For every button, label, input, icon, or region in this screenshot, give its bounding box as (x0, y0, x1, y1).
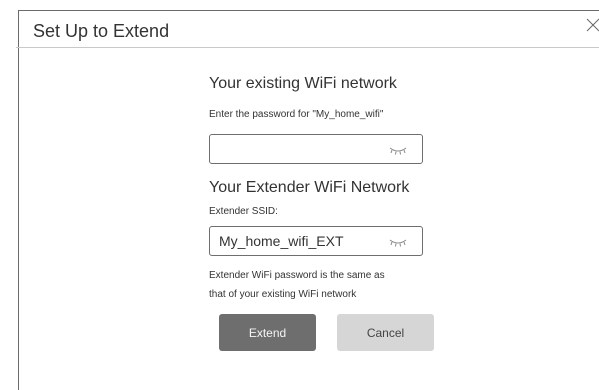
extender-ssid-input[interactable] (210, 227, 380, 255)
extend-button[interactable]: Extend (219, 314, 316, 351)
existing-password-prompt: Enter the password for "My_home_wifi" (209, 109, 384, 120)
existing-network-heading: Your existing WiFi network (209, 75, 397, 92)
dialog-title: Set Up to Extend (33, 21, 170, 41)
extender-network-heading: Your Extender WiFi Network (209, 179, 410, 196)
eye-closed-icon[interactable] (388, 143, 408, 155)
extender-ssid-label: Extender SSID: (209, 206, 278, 217)
close-icon[interactable] (585, 17, 599, 33)
cancel-button[interactable]: Cancel (337, 314, 434, 351)
title-divider (16, 47, 599, 48)
password-note-line1: Extender WiFi password is the same as (209, 270, 385, 281)
existing-password-input[interactable] (210, 135, 380, 163)
password-note-line2: that of your existing WiFi network (209, 289, 357, 300)
eye-closed-icon[interactable] (388, 235, 408, 247)
existing-password-field[interactable] (209, 134, 423, 164)
extender-ssid-field[interactable] (209, 226, 423, 256)
